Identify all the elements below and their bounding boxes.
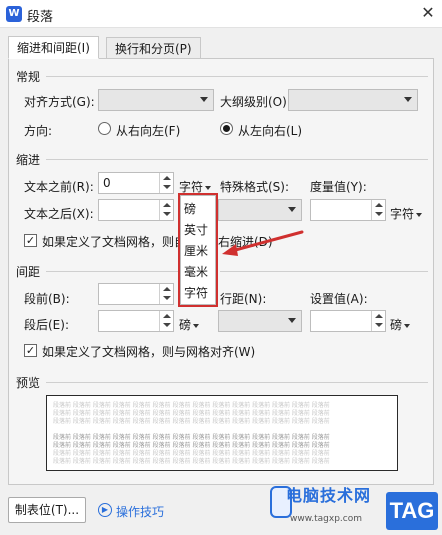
annotation-highlight-box (178, 193, 218, 307)
ltr-radio[interactable] (220, 122, 233, 135)
increment-icon[interactable] (163, 203, 171, 207)
setting-value-stepper[interactable] (310, 310, 386, 332)
section-divider (46, 271, 178, 272)
decrement-icon[interactable] (163, 323, 171, 327)
tab-stops-button[interactable]: 制表位(T)... (8, 497, 86, 523)
section-preview-heading: 预览 (16, 376, 41, 390)
space-before-label: 段前(B): (24, 292, 70, 306)
outline-level-label: 大纲级别(O): (220, 95, 291, 109)
chevron-down-icon (288, 207, 296, 212)
indent-grid-label: 如果定义了文档网格，则自 (42, 235, 187, 249)
decrement-icon[interactable] (163, 212, 171, 216)
spacing-grid-label: 如果定义了文档网格，则与网格对齐(W) (42, 345, 256, 359)
paragraph-preview: 段落前 段落前 段落前 段落前 段落前 段落前 段落前 段落前 段落前 段落前 … (46, 395, 398, 471)
preview-text-line: 段落前 段落前 段落前 段落前 段落前 段落前 段落前 段落前 段落前 段落前 … (53, 442, 330, 449)
special-format-label: 特殊格式(S): (220, 180, 290, 194)
indent-after-stepper[interactable] (98, 199, 174, 221)
annotation-arrow-icon (222, 230, 304, 256)
alignment-select[interactable] (98, 89, 214, 111)
preview-text-line: 段落前 段落前 段落前 段落前 段落前 段落前 段落前 段落前 段落前 段落前 … (53, 410, 330, 417)
increment-icon[interactable] (375, 314, 383, 318)
stepper-buttons[interactable] (159, 200, 173, 220)
section-divider (46, 382, 428, 383)
preview-text-line: 段落前 段落前 段落前 段落前 段落前 段落前 段落前 段落前 段落前 段落前 … (53, 450, 330, 457)
section-divider (46, 159, 428, 160)
close-icon[interactable]: ✕ (418, 3, 438, 23)
preview-text-line: 段落前 段落前 段落前 段落前 段落前 段落前 段落前 段落前 段落前 段落前 … (53, 434, 330, 441)
increment-icon[interactable] (163, 287, 171, 291)
direction-label: 方向: (24, 124, 53, 138)
stepper-buttons[interactable] (159, 173, 173, 193)
stepper-buttons[interactable] (159, 284, 173, 304)
preview-text-line: 段落前 段落前 段落前 段落前 段落前 段落前 段落前 段落前 段落前 段落前 … (53, 402, 330, 409)
section-indent-heading: 缩进 (16, 153, 41, 167)
caret-down-icon (416, 212, 423, 217)
setting-value-unit[interactable]: 磅 (390, 316, 411, 333)
watermark-tag-logo: TAG (386, 492, 438, 530)
measure-stepper[interactable] (310, 199, 386, 221)
line-spacing-label: 行距(N): (220, 292, 267, 306)
space-after-label: 段后(E): (24, 318, 69, 332)
increment-icon[interactable] (375, 203, 383, 207)
section-divider (220, 271, 428, 272)
preview-text-line: 段落前 段落前 段落前 段落前 段落前 段落前 段落前 段落前 段落前 段落前 … (53, 418, 330, 425)
wps-writer-icon: W (6, 6, 22, 22)
stepper-buttons[interactable] (159, 311, 173, 331)
rtl-label: 从右向左(F) (116, 124, 181, 138)
space-after-stepper[interactable] (98, 310, 174, 332)
caret-down-icon (193, 323, 200, 328)
decrement-icon[interactable] (163, 185, 171, 189)
section-spacing-heading: 间距 (16, 265, 41, 279)
chevron-down-icon (404, 97, 412, 102)
dialog-title: 段落 (27, 10, 54, 25)
caret-down-icon (404, 323, 411, 328)
title-bar: W 段落 ✕ (0, 0, 442, 28)
measure-label: 度量值(Y): (310, 180, 367, 194)
increment-icon[interactable] (163, 314, 171, 318)
measure-unit[interactable]: 字符 (390, 205, 423, 222)
tips-link[interactable]: 操作技巧 (116, 503, 164, 520)
indent-before-stepper[interactable]: 0 (98, 172, 174, 194)
chevron-down-icon (288, 318, 296, 323)
increment-icon[interactable] (163, 176, 171, 180)
line-spacing-select[interactable] (218, 310, 302, 332)
section-general-heading: 常规 (16, 70, 41, 84)
caret-down-icon (205, 185, 212, 190)
tab-indent-spacing[interactable]: 缩进和间距(I) (8, 36, 99, 59)
decrement-icon[interactable] (163, 296, 171, 300)
rtl-radio[interactable] (98, 122, 111, 135)
indent-before-value: 0 (103, 176, 111, 190)
special-format-select[interactable] (218, 199, 302, 221)
chevron-down-icon (200, 97, 208, 102)
play-icon[interactable]: ▶ (98, 503, 112, 517)
stepper-buttons[interactable] (371, 200, 385, 220)
preview-text-line: 段落前 段落前 段落前 段落前 段落前 段落前 段落前 段落前 段落前 段落前 … (53, 458, 330, 465)
space-after-unit[interactable]: 磅 (179, 316, 200, 333)
indent-before-label: 文本之前(R): (24, 180, 94, 194)
indent-grid-checkbox[interactable]: ✓ (24, 234, 37, 247)
decrement-icon[interactable] (375, 323, 383, 327)
section-divider (46, 76, 428, 77)
space-before-stepper[interactable] (98, 283, 174, 305)
watermark-site-name: 电脑技术网 (286, 486, 372, 505)
stepper-buttons[interactable] (371, 311, 385, 331)
spacing-grid-checkbox[interactable]: ✓ (24, 344, 37, 357)
decrement-icon[interactable] (375, 212, 383, 216)
outline-level-select[interactable] (288, 89, 418, 111)
alignment-label: 对齐方式(G): (24, 95, 95, 109)
setting-value-label: 设置值(A): (310, 292, 368, 306)
ltr-label: 从左向右(L) (238, 124, 303, 138)
watermark-url: www.tagxp.com (290, 514, 362, 524)
tab-line-page-breaks[interactable]: 换行和分页(P) (106, 37, 201, 59)
indent-after-label: 文本之后(X): (24, 207, 94, 221)
